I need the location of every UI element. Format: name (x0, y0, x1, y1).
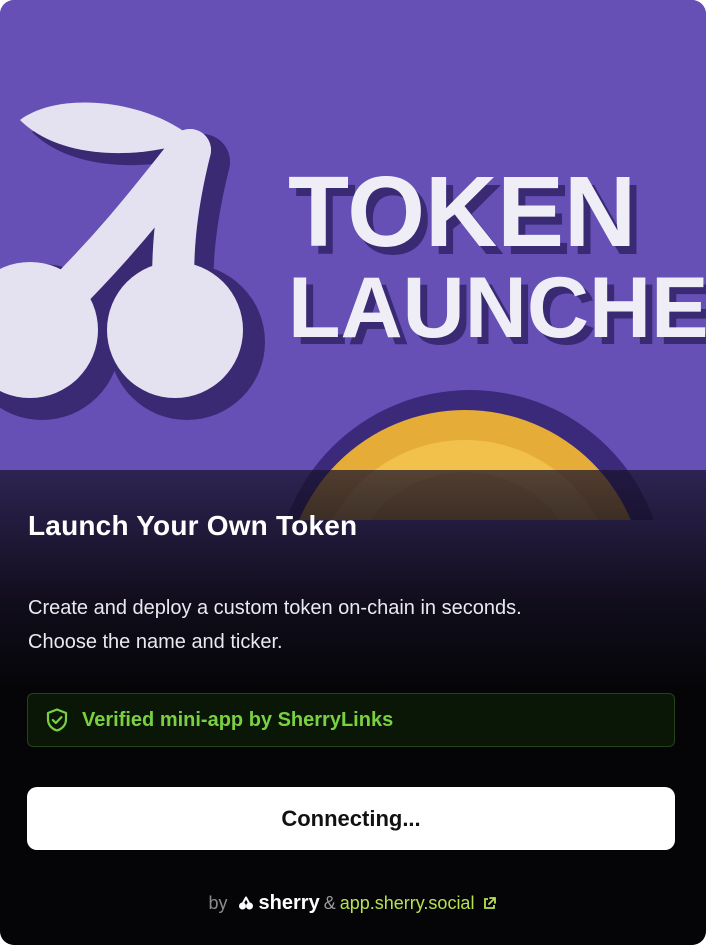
description-line-1: Create and deploy a custom token on-chai… (28, 597, 522, 619)
app-link-text: app.sherry.social (339, 892, 475, 913)
verified-badge: Verified mini-app by SherryLinks (27, 693, 675, 747)
footer-by-label: by (208, 892, 228, 913)
sherry-brand-text: sherry (258, 891, 320, 914)
shield-check-icon (46, 708, 68, 732)
connect-button[interactable]: Connecting... (27, 787, 675, 850)
hero-illustration: TOKEN TOKEN LAUNCHE LAUNCHE (0, 102, 706, 520)
card-title: Launch Your Own Token (28, 510, 358, 541)
cherry-icon (0, 102, 265, 420)
hero-headline-line2: LAUNCHE (288, 260, 706, 356)
footer-ampersand: & (323, 892, 336, 913)
app-link[interactable]: app.sherry.social (340, 893, 498, 914)
sherry-logo[interactable]: sherry (238, 892, 320, 915)
footer: by sherry & app.sherry.social (0, 888, 706, 918)
description-line-2: Choose the name and ticker. (28, 631, 283, 653)
sherry-logo-icon (238, 896, 253, 910)
verified-text: Verified mini-app by SherryLinks (82, 708, 394, 731)
card-description: Create and deploy a custom token on-chai… (28, 591, 678, 659)
hero-headline-line1: TOKEN (288, 156, 636, 268)
hero-banner: TOKEN TOKEN LAUNCHE LAUNCHE (0, 0, 706, 520)
external-link-icon (484, 896, 497, 909)
mini-app-card: TOKEN TOKEN LAUNCHE LAUNCHE Launch Your … (0, 0, 706, 945)
